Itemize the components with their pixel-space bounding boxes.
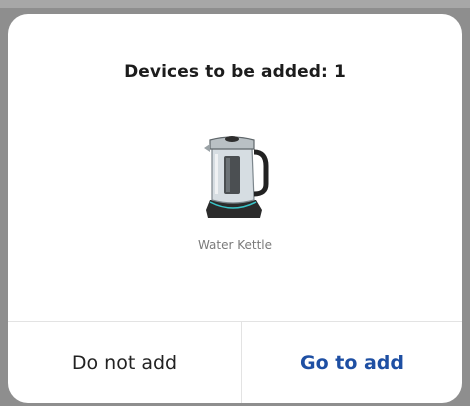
water-kettle-image bbox=[204, 136, 269, 218]
do-not-add-button[interactable]: Do not add bbox=[8, 322, 241, 403]
backdrop-top-strip bbox=[0, 0, 470, 8]
device-name: Water Kettle bbox=[197, 238, 273, 252]
go-to-add-button[interactable]: Go to add bbox=[242, 322, 462, 403]
dialog-title: Devices to be added: 1 bbox=[124, 62, 346, 82]
add-devices-dialog: Devices to be added: 1 Water Kettle Do n… bbox=[8, 14, 462, 403]
device-item: Water Kettle bbox=[8, 132, 462, 252]
